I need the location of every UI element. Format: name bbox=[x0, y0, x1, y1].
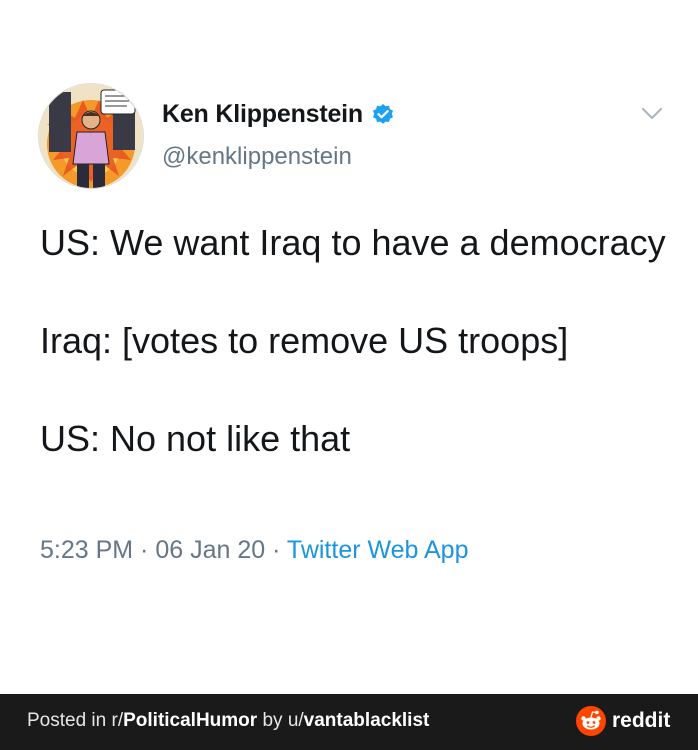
reddit-brand[interactable]: reddit bbox=[576, 706, 670, 736]
tweet-meta: 5:23 PM · 06 Jan 20 · Twitter Web App bbox=[40, 536, 469, 565]
reddit-logo-icon bbox=[576, 706, 606, 736]
subreddit-prefix: r/ bbox=[111, 710, 124, 731]
user-prefix: u/ bbox=[287, 710, 304, 731]
display-name[interactable]: Ken Klippenstein bbox=[162, 100, 363, 129]
comic-portrait-avatar-icon bbox=[39, 84, 143, 188]
user-handle[interactable]: @kenklippenstein bbox=[162, 143, 352, 171]
posted-in-prefix: Posted in bbox=[27, 710, 112, 731]
reddit-footer: Posted in r/PoliticalHumor by u/vantabla… bbox=[0, 694, 698, 750]
verified-badge-icon bbox=[373, 103, 393, 124]
tweet-line: Iraq: [votes to remove US troops] bbox=[40, 320, 569, 361]
reddit-wordmark: reddit bbox=[612, 709, 671, 732]
tweet-date[interactable]: 06 Jan 20 bbox=[155, 536, 265, 564]
tweet-line: US: We want Iraq to have a democracy bbox=[40, 222, 666, 263]
posted-in-text: Posted in r/PoliticalHumor by u/vantabla… bbox=[27, 710, 429, 732]
tweet-text: US: We want Iraq to have a democracy Ira… bbox=[40, 218, 680, 463]
chevron-down-icon[interactable] bbox=[640, 106, 664, 122]
by-text: by bbox=[257, 710, 288, 731]
meta-separator: · bbox=[133, 536, 156, 564]
meta-separator: · bbox=[265, 536, 287, 564]
username-link[interactable]: vantablacklist bbox=[304, 710, 430, 731]
avatar[interactable] bbox=[38, 83, 144, 189]
tweet-card: Ken Klippenstein @kenklippenstein US: We… bbox=[0, 0, 698, 694]
tweet-source[interactable]: Twitter Web App bbox=[287, 536, 469, 564]
author-name-row: Ken Klippenstein bbox=[162, 100, 395, 129]
subreddit-link[interactable]: PoliticalHumor bbox=[123, 710, 257, 731]
tweet-line: US: No not like that bbox=[40, 418, 351, 459]
tweet-time[interactable]: 5:23 PM bbox=[40, 536, 133, 564]
